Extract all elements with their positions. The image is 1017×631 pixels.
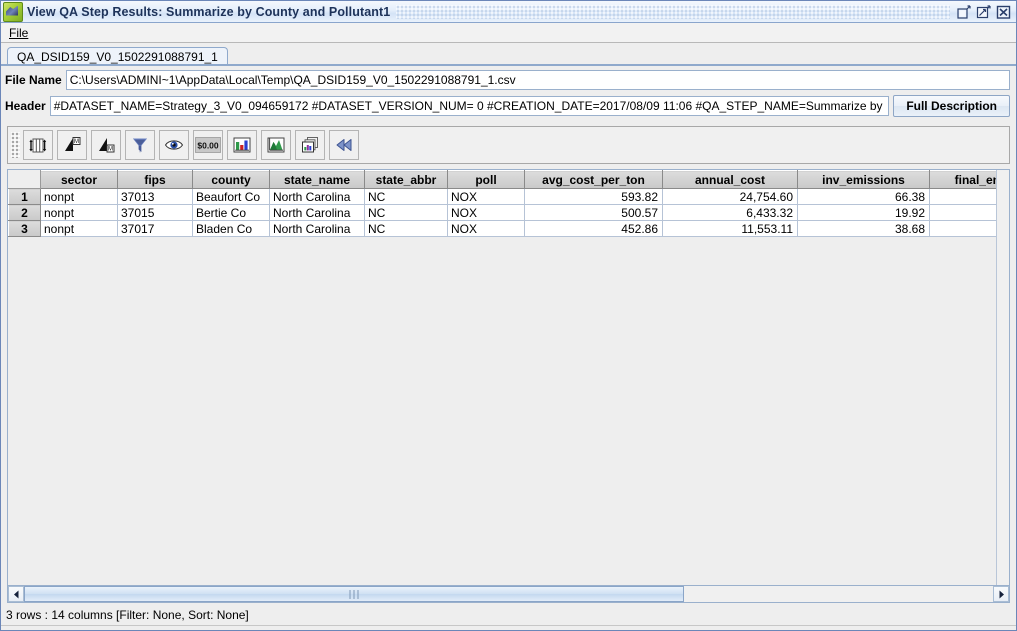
cell-poll[interactable]: NOX [448, 189, 525, 205]
cell-inv-emissions[interactable]: 66.38 [798, 189, 930, 205]
cell-inv-emissions[interactable]: 38.68 [798, 221, 930, 237]
filter-funnel-icon[interactable] [125, 130, 155, 160]
status-bar: 3 rows : 14 columns [Filter: None, Sort:… [1, 605, 1016, 625]
svg-text:M: M [74, 139, 79, 145]
file-name-label: File Name [5, 73, 66, 87]
cell-avg-cost-per-ton[interactable]: 500.57 [525, 205, 663, 221]
sort-descending-icon[interactable]: M [91, 130, 121, 160]
rewind-icon[interactable] [329, 130, 359, 160]
cell-fips[interactable]: 37015 [118, 205, 193, 221]
cell-sector[interactable]: nonpt [41, 221, 118, 237]
column-header-annual-cost[interactable]: annual_cost [663, 171, 798, 189]
tab-label: QA_DSID159_V0_1502291088791_1 [17, 50, 218, 64]
row-header[interactable]: 2 [9, 205, 41, 221]
file-name-input[interactable]: C:\Users\ADMINI~1\AppData\Local\Temp\QA_… [66, 70, 1010, 90]
horizontal-scroll-thumb[interactable] [24, 586, 684, 602]
content-panel: File Name C:\Users\ADMINI~1\AppData\Loca… [1, 65, 1016, 630]
app-logo-icon [3, 2, 23, 22]
menu-item-file-label: File [9, 26, 28, 40]
table-corner-cell [9, 171, 41, 189]
column-header-state-abbr[interactable]: state_abbr [365, 171, 448, 189]
application-window: View QA Step Results: Summarize by Count… [0, 0, 1017, 631]
cell-sector[interactable]: nonpt [41, 205, 118, 221]
results-table: sector fips county state_name state_abbr… [8, 170, 1010, 237]
row-header[interactable]: 3 [9, 221, 41, 237]
area-chart-icon[interactable] [261, 130, 291, 160]
cell-poll[interactable]: NOX [448, 221, 525, 237]
cell-avg-cost-per-ton[interactable]: 593.82 [525, 189, 663, 205]
multi-chart-icon[interactable] [295, 130, 325, 160]
title-bar-texture [396, 5, 950, 19]
table-row[interactable]: 1 nonpt 37013 Beaufort Co North Carolina… [9, 189, 1011, 205]
table-header-row: sector fips county state_name state_abbr… [9, 171, 1011, 189]
cell-annual-cost[interactable]: 24,754.60 [663, 189, 798, 205]
scroll-left-arrow[interactable] [8, 586, 24, 602]
horizontal-scroll-track[interactable] [24, 586, 993, 602]
scroll-thumb-grip [350, 590, 359, 599]
window-title: View QA Step Results: Summarize by Count… [27, 5, 390, 19]
column-header-state-name[interactable]: state_name [270, 171, 365, 189]
cell-state-abbr[interactable]: NC [365, 189, 448, 205]
cell-annual-cost[interactable]: 6,433.32 [663, 205, 798, 221]
table-row[interactable]: 2 nonpt 37015 Bertie Co North Carolina N… [9, 205, 1011, 221]
cell-fips[interactable]: 37013 [118, 189, 193, 205]
close-button[interactable] [996, 5, 1011, 19]
column-header-poll[interactable]: poll [448, 171, 525, 189]
cell-state-abbr[interactable]: NC [365, 205, 448, 221]
maximize-button[interactable] [976, 5, 991, 19]
status-text: 3 rows : 14 columns [Filter: None, Sort:… [6, 608, 249, 622]
full-description-button[interactable]: Full Description [893, 95, 1010, 117]
format-columns-icon[interactable] [23, 130, 53, 160]
row-header[interactable]: 1 [9, 189, 41, 205]
header-input[interactable]: #DATASET_NAME=Strategy_3_V0_094659172 #D… [50, 96, 890, 116]
minimize-button[interactable] [956, 5, 971, 19]
cell-state-name[interactable]: North Carolina [270, 221, 365, 237]
column-header-sector[interactable]: sector [41, 171, 118, 189]
view-eye-icon[interactable] [159, 130, 189, 160]
bar-chart-icon[interactable] [227, 130, 257, 160]
cell-state-abbr[interactable]: NC [365, 221, 448, 237]
column-header-fips[interactable]: fips [118, 171, 193, 189]
table-row[interactable]: 3 nonpt 37017 Bladen Co North Carolina N… [9, 221, 1011, 237]
title-bar: View QA Step Results: Summarize by Count… [1, 1, 1016, 23]
window-bottom-edge [1, 625, 1016, 630]
svg-text:$0.00: $0.00 [197, 141, 219, 151]
header-row: Header #DATASET_NAME=Strategy_3_V0_09465… [1, 90, 1016, 120]
cell-sector[interactable]: nonpt [41, 189, 118, 205]
cell-inv-emissions[interactable]: 19.92 [798, 205, 930, 221]
column-header-county[interactable]: county [193, 171, 270, 189]
cell-annual-cost[interactable]: 11,553.11 [663, 221, 798, 237]
table-empty-area [8, 237, 1009, 585]
toolbar-drag-handle[interactable] [11, 132, 20, 158]
cell-county[interactable]: Bladen Co [193, 221, 270, 237]
cell-county[interactable]: Beaufort Co [193, 189, 270, 205]
cell-state-name[interactable]: North Carolina [270, 205, 365, 221]
results-table-container: sector fips county state_name state_abbr… [7, 169, 1010, 586]
cell-avg-cost-per-ton[interactable]: 452.86 [525, 221, 663, 237]
header-label: Header [5, 99, 50, 113]
column-header-inv-emissions[interactable]: inv_emissions [798, 171, 930, 189]
horizontal-scrollbar[interactable] [7, 586, 1010, 603]
cell-county[interactable]: Bertie Co [193, 205, 270, 221]
svg-text:M: M [108, 147, 113, 153]
scroll-right-arrow[interactable] [993, 586, 1009, 602]
sort-ascending-icon[interactable]: M [57, 130, 87, 160]
column-header-avg-cost-per-ton[interactable]: avg_cost_per_ton [525, 171, 663, 189]
file-name-row: File Name C:\Users\ADMINI~1\AppData\Loca… [1, 66, 1016, 90]
window-controls [956, 5, 1014, 19]
table-toolbar: M M [7, 126, 1010, 164]
vertical-scrollbar[interactable] [996, 170, 1009, 585]
tab-strip: QA_DSID159_V0_1502291088791_1 [1, 43, 1016, 65]
cell-state-name[interactable]: North Carolina [270, 189, 365, 205]
cell-fips[interactable]: 37017 [118, 221, 193, 237]
menu-bar: File [1, 23, 1016, 43]
cell-poll[interactable]: NOX [448, 205, 525, 221]
menu-item-file[interactable]: File [3, 24, 35, 42]
currency-format-icon[interactable]: $0.00 [193, 130, 223, 160]
